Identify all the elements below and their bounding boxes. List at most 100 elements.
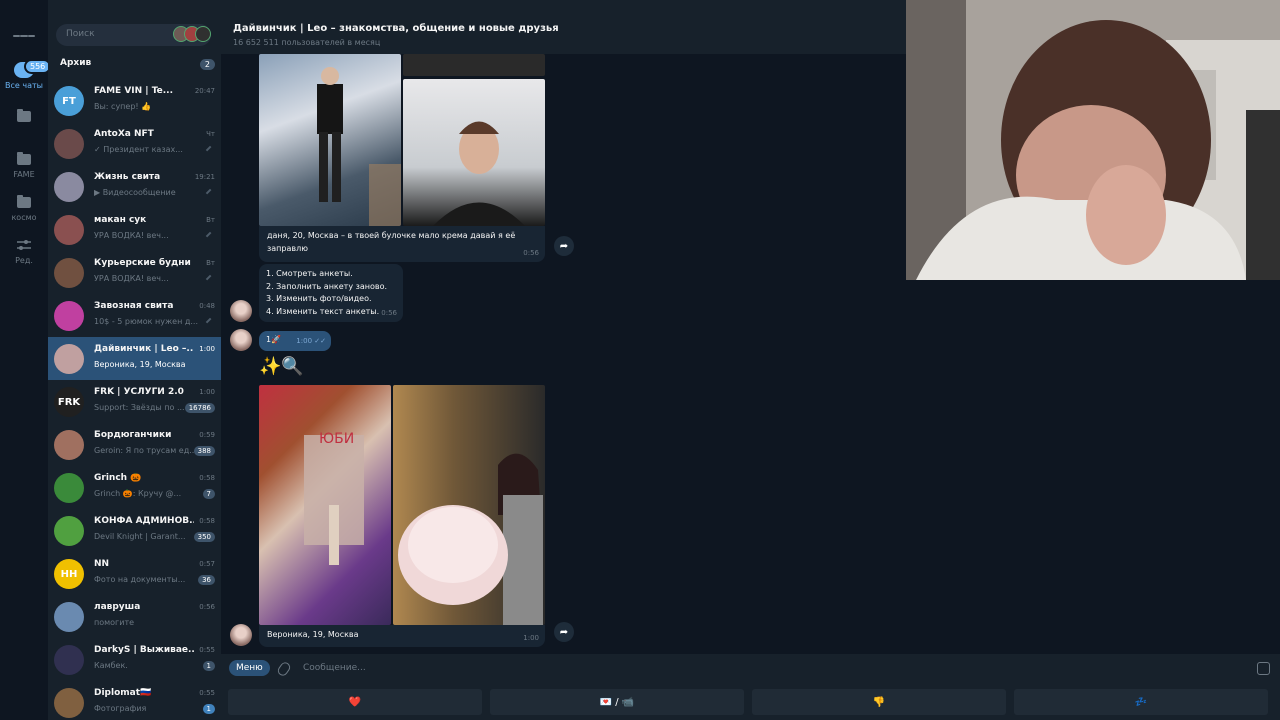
caption-text: даня, 20, Москва – в твоей булочке мало … bbox=[267, 231, 516, 253]
forward-icon[interactable]: ➦ bbox=[554, 236, 574, 256]
message-time: 0:56 bbox=[523, 248, 539, 257]
chat-title: Дайвинчик | Leo –... bbox=[94, 344, 194, 354]
chat-row[interactable]: Жизнь свита 19:21 ▶ Видеосообщение bbox=[48, 165, 221, 208]
folder-label: FAME bbox=[13, 170, 35, 179]
sender-avatar[interactable] bbox=[230, 329, 252, 351]
chat-title: AntoXa NFT bbox=[94, 129, 154, 139]
chat-list: Поиск Архив 2 FT FAME VIN | Te... 20:47 Вы:… bbox=[48, 0, 221, 720]
profile-photo[interactable]: ЮБИ bbox=[259, 385, 391, 625]
photo-caption: даня, 20, Москва – в твоей булочке мало … bbox=[259, 226, 545, 262]
chat-avatar bbox=[54, 516, 84, 546]
chat-avatar: HH bbox=[54, 559, 84, 589]
sender-avatar[interactable] bbox=[230, 300, 252, 322]
unread-badge: 350 bbox=[193, 532, 215, 542]
archive-count: 2 bbox=[199, 59, 215, 70]
chat-avatar bbox=[54, 129, 84, 159]
archive-label: Архив bbox=[60, 58, 92, 68]
attach-icon[interactable] bbox=[275, 660, 293, 678]
chat-title: Diplomat🇷🇺 bbox=[94, 688, 152, 698]
menu-button[interactable] bbox=[0, 28, 48, 44]
chat-row[interactable]: FRK FRK | УСЛУГИ 2.0 1:00 Support: Звёзды п… bbox=[48, 380, 221, 423]
chat-avatar: FRK bbox=[54, 387, 84, 417]
sender-avatar[interactable] bbox=[230, 624, 252, 646]
folder-icon bbox=[13, 108, 35, 124]
chat-title: NN bbox=[94, 559, 110, 569]
archive-row[interactable]: Архив 2 bbox=[48, 58, 221, 76]
chat-title: КОНФА АДМИНОВ... bbox=[94, 516, 194, 526]
own-message: 1🚀 1:00 ✓✓ bbox=[259, 331, 331, 351]
message-composer: Меню Сообщение... bbox=[221, 654, 1280, 684]
chat-row[interactable]: AntoXa NFT Чт ✓ Президент казах... bbox=[48, 122, 221, 165]
folder-icon bbox=[13, 151, 35, 167]
chat-avatar bbox=[54, 172, 84, 202]
chat-time: 0:58 bbox=[199, 517, 215, 525]
chat-time: 0:55 bbox=[199, 646, 215, 654]
chat-preview: Geroin: Я по трусам ед... bbox=[94, 446, 197, 455]
chat-preview: 10$ - 5 рюмок нужен д... bbox=[94, 317, 199, 326]
message-input[interactable]: Сообщение... bbox=[303, 663, 366, 673]
chat-row[interactable]: FT FAME VIN | Te... 20:47 Вы: супер! 👍 bbox=[48, 79, 221, 122]
folder-kosmo[interactable]: космо bbox=[0, 194, 48, 222]
chat-time: 0:48 bbox=[199, 302, 215, 310]
chat-subtitle: 16 652 511 пользователей в месяц bbox=[233, 38, 381, 47]
folder-unnamed[interactable] bbox=[0, 108, 48, 124]
chat-preview: ▶ Видеосообщение bbox=[94, 188, 176, 197]
forward-icon[interactable]: ➦ bbox=[554, 622, 574, 642]
folder-fame[interactable]: FAME bbox=[0, 151, 48, 179]
chat-time: 20:47 bbox=[194, 87, 215, 95]
chat-preview: Фотография bbox=[94, 704, 147, 713]
bot-menu-button[interactable]: Меню bbox=[229, 660, 270, 676]
chat-avatar bbox=[54, 645, 84, 675]
chat-preview: УРА ВОДКА! веч... bbox=[94, 274, 169, 283]
webcam-overlay bbox=[906, 0, 1280, 280]
chat-avatar bbox=[54, 215, 84, 245]
message-time: 0:56 bbox=[381, 308, 397, 317]
chat-time: 19:21 bbox=[194, 173, 215, 181]
message-area: даня, 20, Москва – в твоей булочке мало … bbox=[221, 54, 907, 654]
profile-photo[interactable] bbox=[403, 54, 545, 76]
folder-edit[interactable]: Ред. bbox=[0, 237, 48, 265]
chat-row[interactable]: Grinch 🎃 0:58 Grinch 🎃: Кручу @... 7 bbox=[48, 466, 221, 509]
chat-title: лавруша bbox=[94, 602, 141, 612]
chat-avatar bbox=[54, 430, 84, 460]
dislike-button[interactable]: 👎 bbox=[752, 689, 1006, 715]
unread-badge: 1 bbox=[202, 704, 215, 714]
chat-time: Вт bbox=[206, 216, 215, 224]
message-button[interactable]: 💌 / 📹 bbox=[490, 689, 744, 715]
folder-label: Ред. bbox=[15, 256, 33, 265]
camera-icon[interactable] bbox=[1257, 662, 1270, 675]
caption-text: Вероника, 19, Москва bbox=[267, 630, 359, 639]
chat-row[interactable]: Завозная свита 0:48 10$ - 5 рюмок нужен д.… bbox=[48, 294, 221, 337]
chat-row[interactable]: макан сук Вт УРА ВОДКА! веч... bbox=[48, 208, 221, 251]
pin-icon bbox=[205, 145, 215, 155]
chat-title: Курьерские будни bbox=[94, 258, 191, 268]
chat-avatar: FT bbox=[54, 86, 84, 116]
chat-row[interactable]: Бордюганчики 0:59 Geroin: Я по трусам ед..… bbox=[48, 423, 221, 466]
chat-row[interactable]: HH NN 0:57 Фото на документы... 36 bbox=[48, 552, 221, 595]
chat-row[interactable]: Дайвинчик | Leo –... 1:00 Вероника, 19, Мо… bbox=[48, 337, 221, 380]
chat-row[interactable]: Курьерские будни Вт УРА ВОДКА! веч... bbox=[48, 251, 221, 294]
hamburger-icon bbox=[13, 28, 35, 44]
folder-icon bbox=[13, 194, 35, 210]
sliders-icon bbox=[13, 237, 35, 253]
photo-caption: Вероника, 19, Москва 1:00 bbox=[259, 625, 545, 647]
chat-time: 1:00 bbox=[199, 388, 215, 396]
chat-time: 0:56 bbox=[199, 603, 215, 611]
chat-title: Бордюганчики bbox=[94, 430, 172, 440]
unread-badge: 388 bbox=[193, 446, 215, 456]
like-button[interactable]: ❤️ bbox=[228, 689, 482, 715]
profile-photo[interactable] bbox=[403, 79, 545, 226]
profile-photo[interactable] bbox=[393, 385, 545, 625]
chat-preview: Devil Knight | Garant... bbox=[94, 532, 186, 541]
chat-row[interactable]: DarkyS | Выживае... 0:55 Камбек. 1 bbox=[48, 638, 221, 681]
chat-avatar bbox=[54, 258, 84, 288]
sleep-button[interactable]: 💤 bbox=[1014, 689, 1268, 715]
profile-photo[interactable] bbox=[259, 54, 401, 226]
chat-row[interactable]: КОНФА АДМИНОВ... 0:58 Devil Knight | Garan… bbox=[48, 509, 221, 552]
stories-avatars[interactable] bbox=[173, 26, 211, 42]
chat-row[interactable]: Diplomat🇷🇺 0:55 Фотография 1 bbox=[48, 681, 221, 720]
chat-row[interactable]: лавруша 0:56 помогите bbox=[48, 595, 221, 638]
pin-icon bbox=[205, 231, 215, 241]
menu-line: 2. Заполнить анкету заново. bbox=[266, 281, 388, 291]
chat-title: Grinch 🎃 bbox=[94, 473, 142, 483]
